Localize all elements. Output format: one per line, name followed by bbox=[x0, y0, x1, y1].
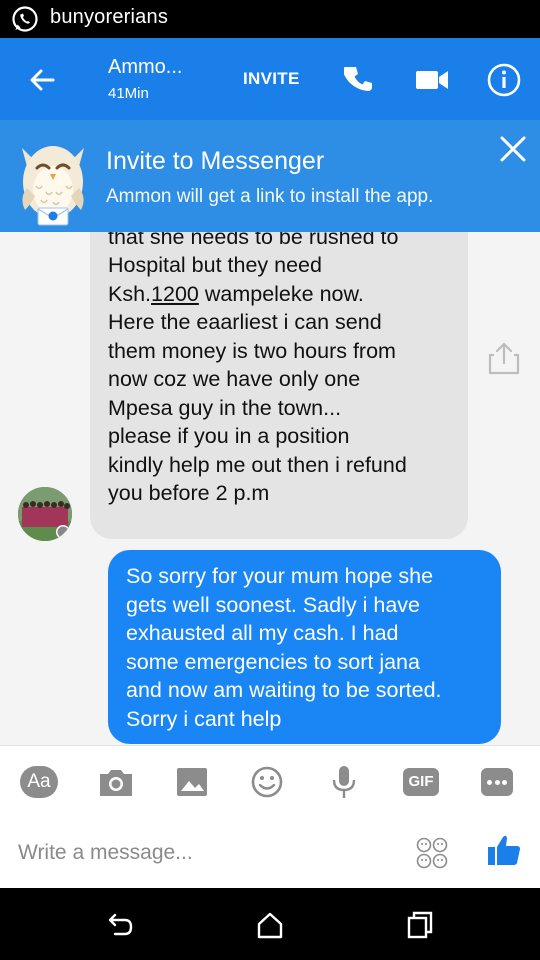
whatsapp-icon bbox=[12, 6, 38, 32]
camera-icon[interactable] bbox=[96, 764, 136, 800]
info-icon[interactable] bbox=[486, 62, 522, 98]
close-icon[interactable] bbox=[496, 132, 530, 166]
banner-subtitle: Ammon will get a link to install the app… bbox=[106, 186, 434, 207]
share-icon[interactable] bbox=[487, 340, 521, 376]
image-icon[interactable] bbox=[172, 764, 212, 800]
message-list[interactable]: mum and just been informed that she need… bbox=[0, 232, 540, 745]
invite-banner: Invite to Messenger Ammon will get a lin… bbox=[0, 120, 540, 232]
banner-title: Invite to Messenger bbox=[106, 147, 325, 175]
video-camera-icon[interactable] bbox=[414, 65, 450, 95]
contact-name[interactable]: Ammo... bbox=[108, 56, 182, 79]
outgoing-message-text: So sorry for your mum hope she gets well… bbox=[126, 564, 442, 731]
text-style-button[interactable]: Aa bbox=[20, 766, 58, 798]
gif-button[interactable]: GIF bbox=[403, 768, 439, 796]
owl-mascot-icon bbox=[22, 146, 84, 226]
amount-link[interactable]: 1200 bbox=[151, 282, 199, 306]
nav-home-icon[interactable] bbox=[255, 910, 285, 940]
emoji-grid-icon[interactable] bbox=[415, 836, 449, 870]
nav-back-icon[interactable] bbox=[105, 910, 135, 940]
smiley-icon[interactable] bbox=[247, 764, 287, 800]
invite-button[interactable]: INVITE bbox=[243, 69, 300, 89]
phone-icon[interactable] bbox=[344, 64, 376, 96]
message-input[interactable] bbox=[18, 838, 398, 868]
avatar[interactable] bbox=[18, 487, 72, 541]
notification-app-name: bunyorerians bbox=[50, 6, 169, 28]
back-arrow-icon[interactable] bbox=[26, 64, 58, 96]
conversation-header: Ammo... 41Min INVITE bbox=[0, 38, 540, 120]
incoming-message-bubble[interactable]: mum and just been informed that she need… bbox=[90, 232, 468, 539]
nav-recents-icon[interactable] bbox=[405, 910, 435, 940]
active-status: 41Min bbox=[108, 85, 149, 102]
message-composer: Aa GIF bbox=[0, 745, 540, 889]
thumbs-up-icon[interactable] bbox=[486, 832, 522, 868]
outgoing-message-bubble[interactable]: So sorry for your mum hope she gets well… bbox=[108, 550, 501, 744]
system-navigation-bar bbox=[0, 888, 540, 960]
status-bar: bunyorerians bbox=[0, 0, 540, 38]
incoming-message-text: mum and just been informed that she need… bbox=[108, 232, 407, 505]
more-icon[interactable] bbox=[481, 768, 513, 796]
microphone-icon[interactable] bbox=[324, 764, 364, 800]
